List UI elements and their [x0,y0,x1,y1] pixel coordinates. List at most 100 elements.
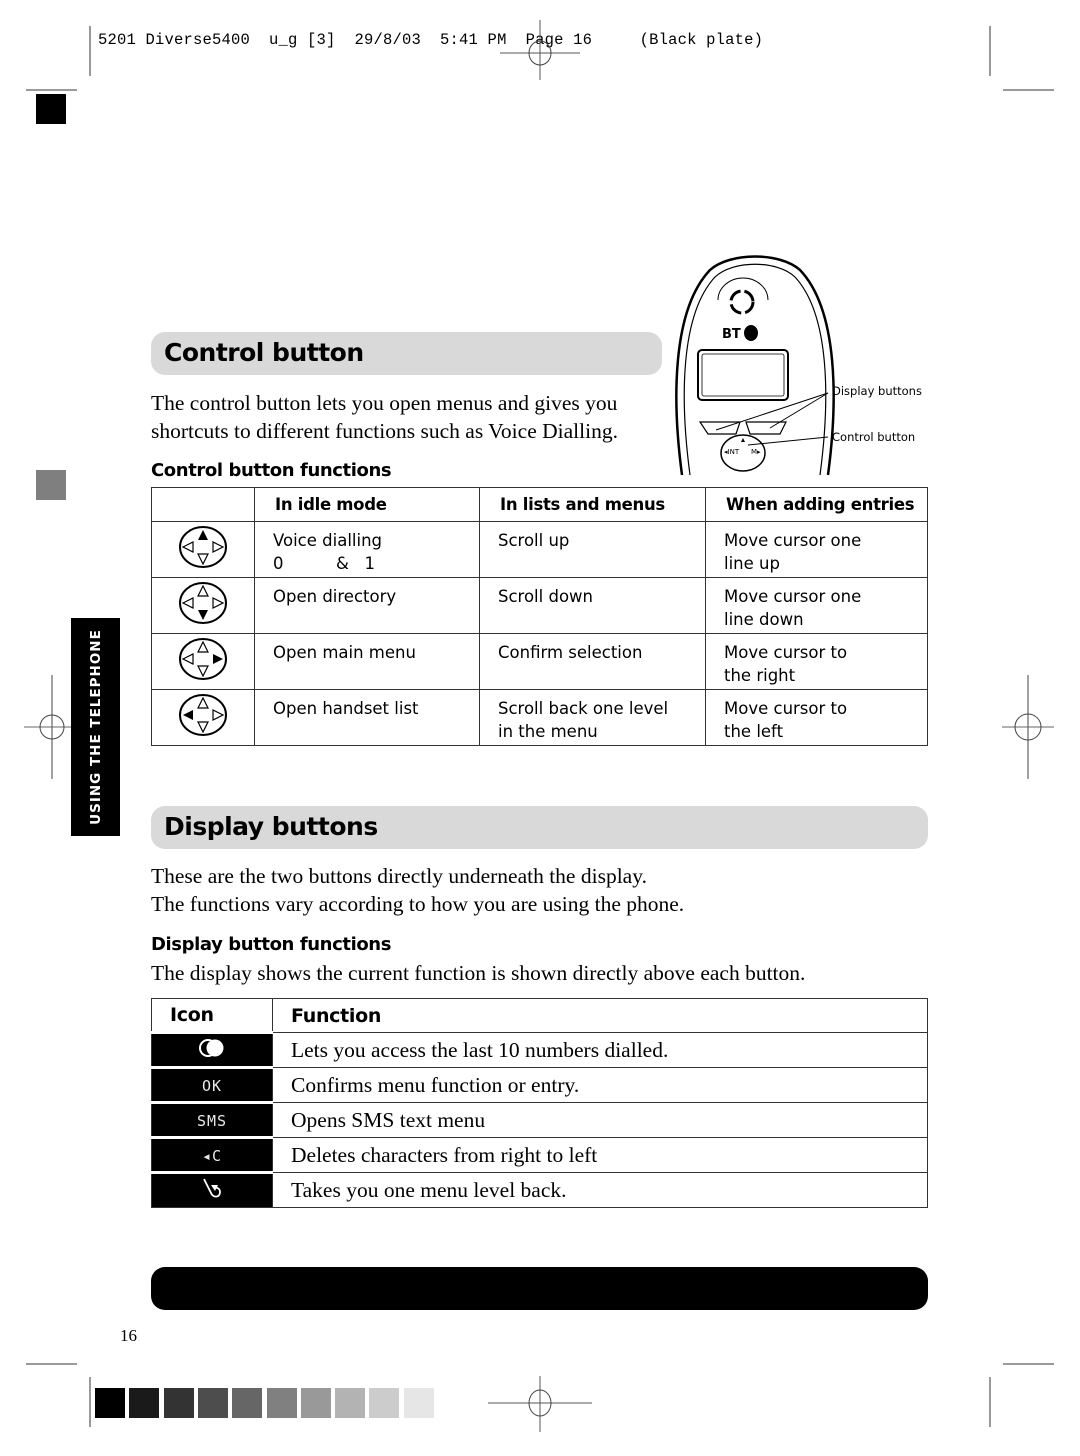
lists-menus-header: In lists and menus [479,487,706,522]
control-up-icon [151,521,255,578]
registration-mark-right [1002,675,1054,779]
lists-cell-line: in the menu [498,722,598,741]
control-intro-line-1: The control button lets you open menus a… [151,391,618,415]
sms-icon-label: SMS [196,1111,228,1130]
section-side-tab: USING THE TELEPHONE [71,618,120,836]
control-intro-line-2: shortcuts to different functions such as… [151,419,618,443]
crop-mark [89,1377,91,1427]
callout-control-button: Control button [832,430,916,444]
registration-mark-top [500,20,580,80]
table-header-row: In idle mode In lists and menus When add… [151,487,928,522]
callout-display-buttons: Display buttons [832,384,922,398]
grey-swatch [403,1388,434,1418]
icon-column-header: Icon [151,998,273,1033]
function-text: Opens SMS text menu [272,1102,928,1138]
control-right-icon [151,633,255,690]
crop-mark [26,1363,77,1365]
adding-cell-line: Move cursor to [724,643,848,662]
crop-mark [1003,89,1054,91]
grey-swatch [95,1388,125,1418]
display-functions-table: Icon Function Lets you access the last 1… [151,998,928,1208]
phone-nav-right: M▸ [751,448,761,456]
idle-cell-line: Open main menu [273,643,416,662]
idle-cell-line: Open directory [273,587,397,606]
function-text: Lets you access the last 10 numbers dial… [272,1032,928,1068]
function-text: Confirms menu function or entry. [272,1067,928,1103]
grey-swatch [129,1388,160,1418]
adding-cell-line: the left [724,722,784,741]
adding-cell-line: Move cursor to [724,699,848,718]
lists-cell-line: Scroll down [498,587,593,606]
table-row: ◂C Deletes characters from right to left [151,1136,928,1173]
crop-mark [989,26,991,76]
control-section-header: Control button [151,332,662,375]
registration-mark-bottom [488,1376,592,1432]
adding-cell-line: line down [724,610,804,629]
grey-swatch [163,1388,194,1418]
idle-mode-header: In idle mode [254,487,480,522]
idle-cell-line: 0 & 1 [273,554,376,573]
table-row: Takes you one menu level back. [151,1171,928,1208]
grey-swatch [232,1388,263,1418]
delete-icon: ◂C [151,1136,273,1173]
adding-entries-header: When adding entries [705,487,928,522]
crop-mark [1003,1363,1054,1365]
display-section-title: Display buttons [164,812,378,841]
lists-cell-line: Confirm selection [498,643,643,662]
display-intro-line-2: The functions vary according to how you … [151,892,685,916]
ok-icon: OK [151,1066,273,1103]
grey-swatch [266,1388,297,1418]
control-section-title: Control button [164,338,364,367]
right-display-button [745,421,787,435]
control-functions-heading: Control button functions [151,460,392,481]
side-tab-label: USING THE TELEPHONE [87,629,104,825]
phone-screen [697,349,789,401]
grey-swatch [335,1388,366,1418]
display-functions-heading: Display button functions [151,934,392,955]
crop-mark [989,1377,991,1427]
table-row: Voice dialling 0 & 1 Scroll up Move curso… [151,521,928,578]
idle-cell-line: Open handset list [273,699,419,718]
display-intro-line-1: These are the two buttons directly under… [151,864,647,888]
icon-column-header [151,487,255,522]
sms-icon: SMS [151,1101,273,1138]
redial-icon [151,1031,273,1068]
grey-square-marker [36,470,66,500]
crop-mark [26,89,77,91]
footer-black-bar [151,1267,928,1310]
phone-nav-left: ◂INT [724,448,740,456]
lists-cell-line: Scroll up [498,531,570,550]
ok-icon-label: OK [201,1076,223,1095]
table-row: Open handset list Scroll back one level i… [151,689,928,746]
table-row: Open main menu Confirm selection Move cu… [151,633,928,690]
grey-swatch [300,1388,331,1418]
control-down-icon [151,577,255,634]
delete-icon-label: ◂C [201,1146,223,1165]
page-number: 16 [120,1326,137,1345]
adding-cell-line: the right [724,666,796,685]
grey-swatch [197,1388,228,1418]
function-text: Deletes characters from right to left [272,1137,928,1173]
control-functions-table: In idle mode In lists and menus When add… [151,487,928,746]
function-text: Takes you one menu level back. [272,1172,928,1208]
phone-illustration [675,255,835,476]
table-row: Lets you access the last 10 numbers dial… [151,1031,928,1068]
adding-cell-line: Move cursor one [724,587,862,606]
table-row: Open directory Scroll down Move cursor o… [151,577,928,634]
adding-cell-line: line up [724,554,780,573]
phone-brand-logo: BT [722,327,741,342]
crop-mark [89,26,91,76]
back-icon [151,1171,273,1208]
idle-cell-line: Voice dialling [273,531,383,550]
lists-cell-line: Scroll back one level [498,699,669,718]
function-column-header: Function [272,998,928,1033]
display-functions-subtext: The display shows the current function i… [151,961,806,985]
table-header-row: Icon Function [151,998,928,1033]
black-square-marker [36,94,66,124]
table-row: SMS Opens SMS text menu [151,1101,928,1138]
control-left-icon [151,689,255,746]
display-section-header: Display buttons [151,806,928,849]
phone-logo-globe-icon [744,325,758,341]
print-slug: 5201 Diverse5400 u_g [3] 29/8/03 5:41 PM… [98,31,764,49]
grey-swatch [369,1388,400,1418]
